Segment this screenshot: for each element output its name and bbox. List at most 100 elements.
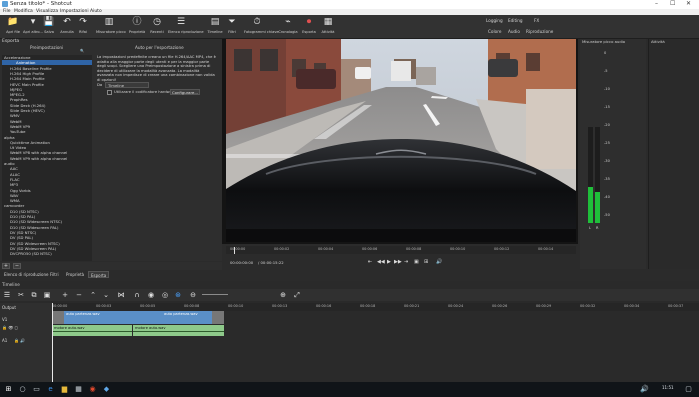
from-select[interactable]: Timeline [105,82,149,88]
append-icon[interactable]: + [60,290,70,300]
close-button[interactable]: ✕ [686,0,691,7]
jobs-button[interactable]: ▦ Attività [315,17,341,37]
clip-a1-left[interactable]: motore auto.wav [52,325,132,336]
layout-logging[interactable]: Logging [486,18,503,23]
keyframes-button[interactable]: ⏱ Fotogrammi chiave [244,17,279,37]
paste-icon[interactable]: ▣ [42,290,52,300]
preset-category[interactable]: camcorder [2,203,92,208]
tab-properties[interactable]: Proprietà [64,271,86,278]
layout-fx[interactable]: FX [534,18,539,23]
preset-item[interactable]: YouTube [2,129,92,134]
preset-category[interactable]: alpha [2,135,92,140]
preset-item[interactable]: MPEG-2 [2,92,92,97]
clip-a1-right[interactable]: motore auto.wav [133,325,224,336]
preset-item[interactable]: FLAC [2,177,92,182]
timeline-playhead[interactable] [52,303,53,382]
preset-item[interactable]: WebM [2,119,92,124]
copy-icon[interactable]: ⧉ [29,290,39,300]
hw-encoder-checkbox[interactable] [107,90,112,95]
menu-aiuto[interactable]: Aiuto [90,9,102,14]
menu-visualizza[interactable]: Visualizza [36,9,58,14]
play-icon[interactable]: ▶ [387,259,391,265]
preset-item[interactable]: H.264 Main Profile [2,76,92,81]
playlist-button[interactable]: ☰ Elenco riproduzione [168,17,204,37]
split-icon[interactable]: ⋈ [116,290,126,300]
video-viewer[interactable] [222,39,578,244]
preset-item[interactable]: D10 (SD NTSC) [2,209,92,214]
shotcut-taskbar-icon[interactable]: ◉ [88,385,97,394]
skip-end-icon[interactable]: ⇥ [404,259,408,265]
explorer-icon[interactable]: ▆ [60,385,69,394]
track-a1-controls[interactable]: 🔒 🔊 [14,338,25,343]
skip-start-icon[interactable]: ⇤ [368,259,372,265]
peak-meter-button[interactable]: ▥ Misuratore picco [96,17,126,37]
edge-icon[interactable]: e [46,385,55,394]
preset-item[interactable]: ProphRes [2,97,92,102]
preset-item[interactable]: Slide Deck (HEVC) [2,108,92,113]
player-ruler[interactable]: 00:00:00 00:00:02 00:00:04 00:00:06 00:0… [226,246,576,254]
clip-v1[interactable]: auto partenza.wav auto partenza.wav [52,311,224,324]
redo-button[interactable]: ↷ Rifai [70,17,96,37]
preset-item[interactable]: WMV [2,113,92,118]
preset-item[interactable]: DV (SD Widescreen NTSC) [2,241,92,246]
preset-item[interactable]: Animation [2,60,92,66]
menu-impostazioni[interactable]: Impostazioni [60,9,89,14]
preset-item[interactable]: DV (SD Widescreen PAL) [2,246,92,251]
ripple-icon[interactable]: ◎ [160,290,170,300]
zoom-out-icon[interactable]: ⊖ [188,290,198,300]
zoom-in-icon[interactable]: ⊕ [278,290,288,300]
configure-button[interactable]: Configurare... [170,89,200,95]
filters-button[interactable]: ⏷ Filtri [219,17,245,37]
layout-audio[interactable]: Audio [508,29,520,34]
tab-filters[interactable]: Filtri [48,271,61,278]
search-icon[interactable]: ○ [18,385,27,394]
zoom-fit-icon[interactable]: ⤢ [292,290,302,300]
track-v1-controls[interactable]: 🔒 👁 ◻ [2,325,18,330]
fast-forward-icon[interactable]: ▶▶ [394,259,402,265]
preset-item[interactable]: Slide Deck (H.264) [2,103,92,108]
player-position[interactable]: 00:00:00:00 [230,260,253,265]
volume-icon[interactable]: 🔊 [436,259,442,265]
player-playhead[interactable] [234,247,235,254]
preset-item[interactable]: Ogg Vorbis [2,188,92,193]
preset-item[interactable]: H.264 Baseline Profile [2,66,92,71]
recent-button[interactable]: ◷ Recenti [144,17,170,37]
preset-item[interactable]: Ut Video [2,145,92,150]
preset-category[interactable]: audio [2,161,92,166]
preset-category[interactable]: Accelerazione [2,55,92,60]
scrub-icon[interactable]: ◉ [146,290,156,300]
remove-icon[interactable]: − [74,290,84,300]
menu-file[interactable]: File [3,9,11,14]
cut-icon[interactable]: ✂ [16,290,26,300]
clock[interactable]: 11:51 [662,385,674,390]
preset-item[interactable]: MP3 [2,182,92,187]
preset-item[interactable]: DV (SD NTSC) [2,230,92,235]
preset-item[interactable]: WebM VP9 with alpha channel [2,156,92,161]
layout-playback[interactable]: Riproduzione [526,29,553,34]
preset-item[interactable]: WebM VP8 with alpha channel [2,150,92,155]
task-view-icon[interactable]: ▭ [32,385,41,394]
preset-item[interactable]: D10 (SD PAL) [2,214,92,219]
minimize-button[interactable]: – [655,0,658,7]
preset-item[interactable]: D10 (SD Widescreen PAL) [2,225,92,230]
tab-export[interactable]: Esporta [88,271,110,278]
preset-item[interactable]: Quicktime Animation [2,140,92,145]
volume-tray-icon[interactable]: 🔊 [640,385,649,394]
preset-item[interactable]: DVCPRO50 (SD NTSC) [2,251,92,256]
layout-color[interactable]: Colore [488,29,501,34]
preset-item[interactable]: D10 (SD Widescreen NTSC) [2,219,92,224]
preset-item[interactable]: MJPEG [2,87,92,92]
preset-item[interactable]: ALAC [2,172,92,177]
tab-playlist[interactable]: Elenco di riproduzione [2,271,51,278]
store-icon[interactable]: ▦ [74,385,83,394]
preset-item[interactable]: AAC [2,166,92,171]
preset-item[interactable]: WAV [2,193,92,198]
preset-item[interactable]: H.264 High Profile [2,71,92,76]
ripple-all-icon[interactable]: ⊛ [173,290,183,300]
menu-modifica[interactable]: Modifica [14,9,33,14]
notifications-icon[interactable]: ▢ [684,385,693,394]
timeline-ruler[interactable]: 00:00:00 00:00:03 00:00:05 00:00:08 00:00:10… [52,303,699,311]
remove-preset-button[interactable]: − [13,263,21,269]
lift-icon[interactable]: ⌃ [88,290,98,300]
preset-item[interactable]: WebM VP9 [2,124,92,129]
